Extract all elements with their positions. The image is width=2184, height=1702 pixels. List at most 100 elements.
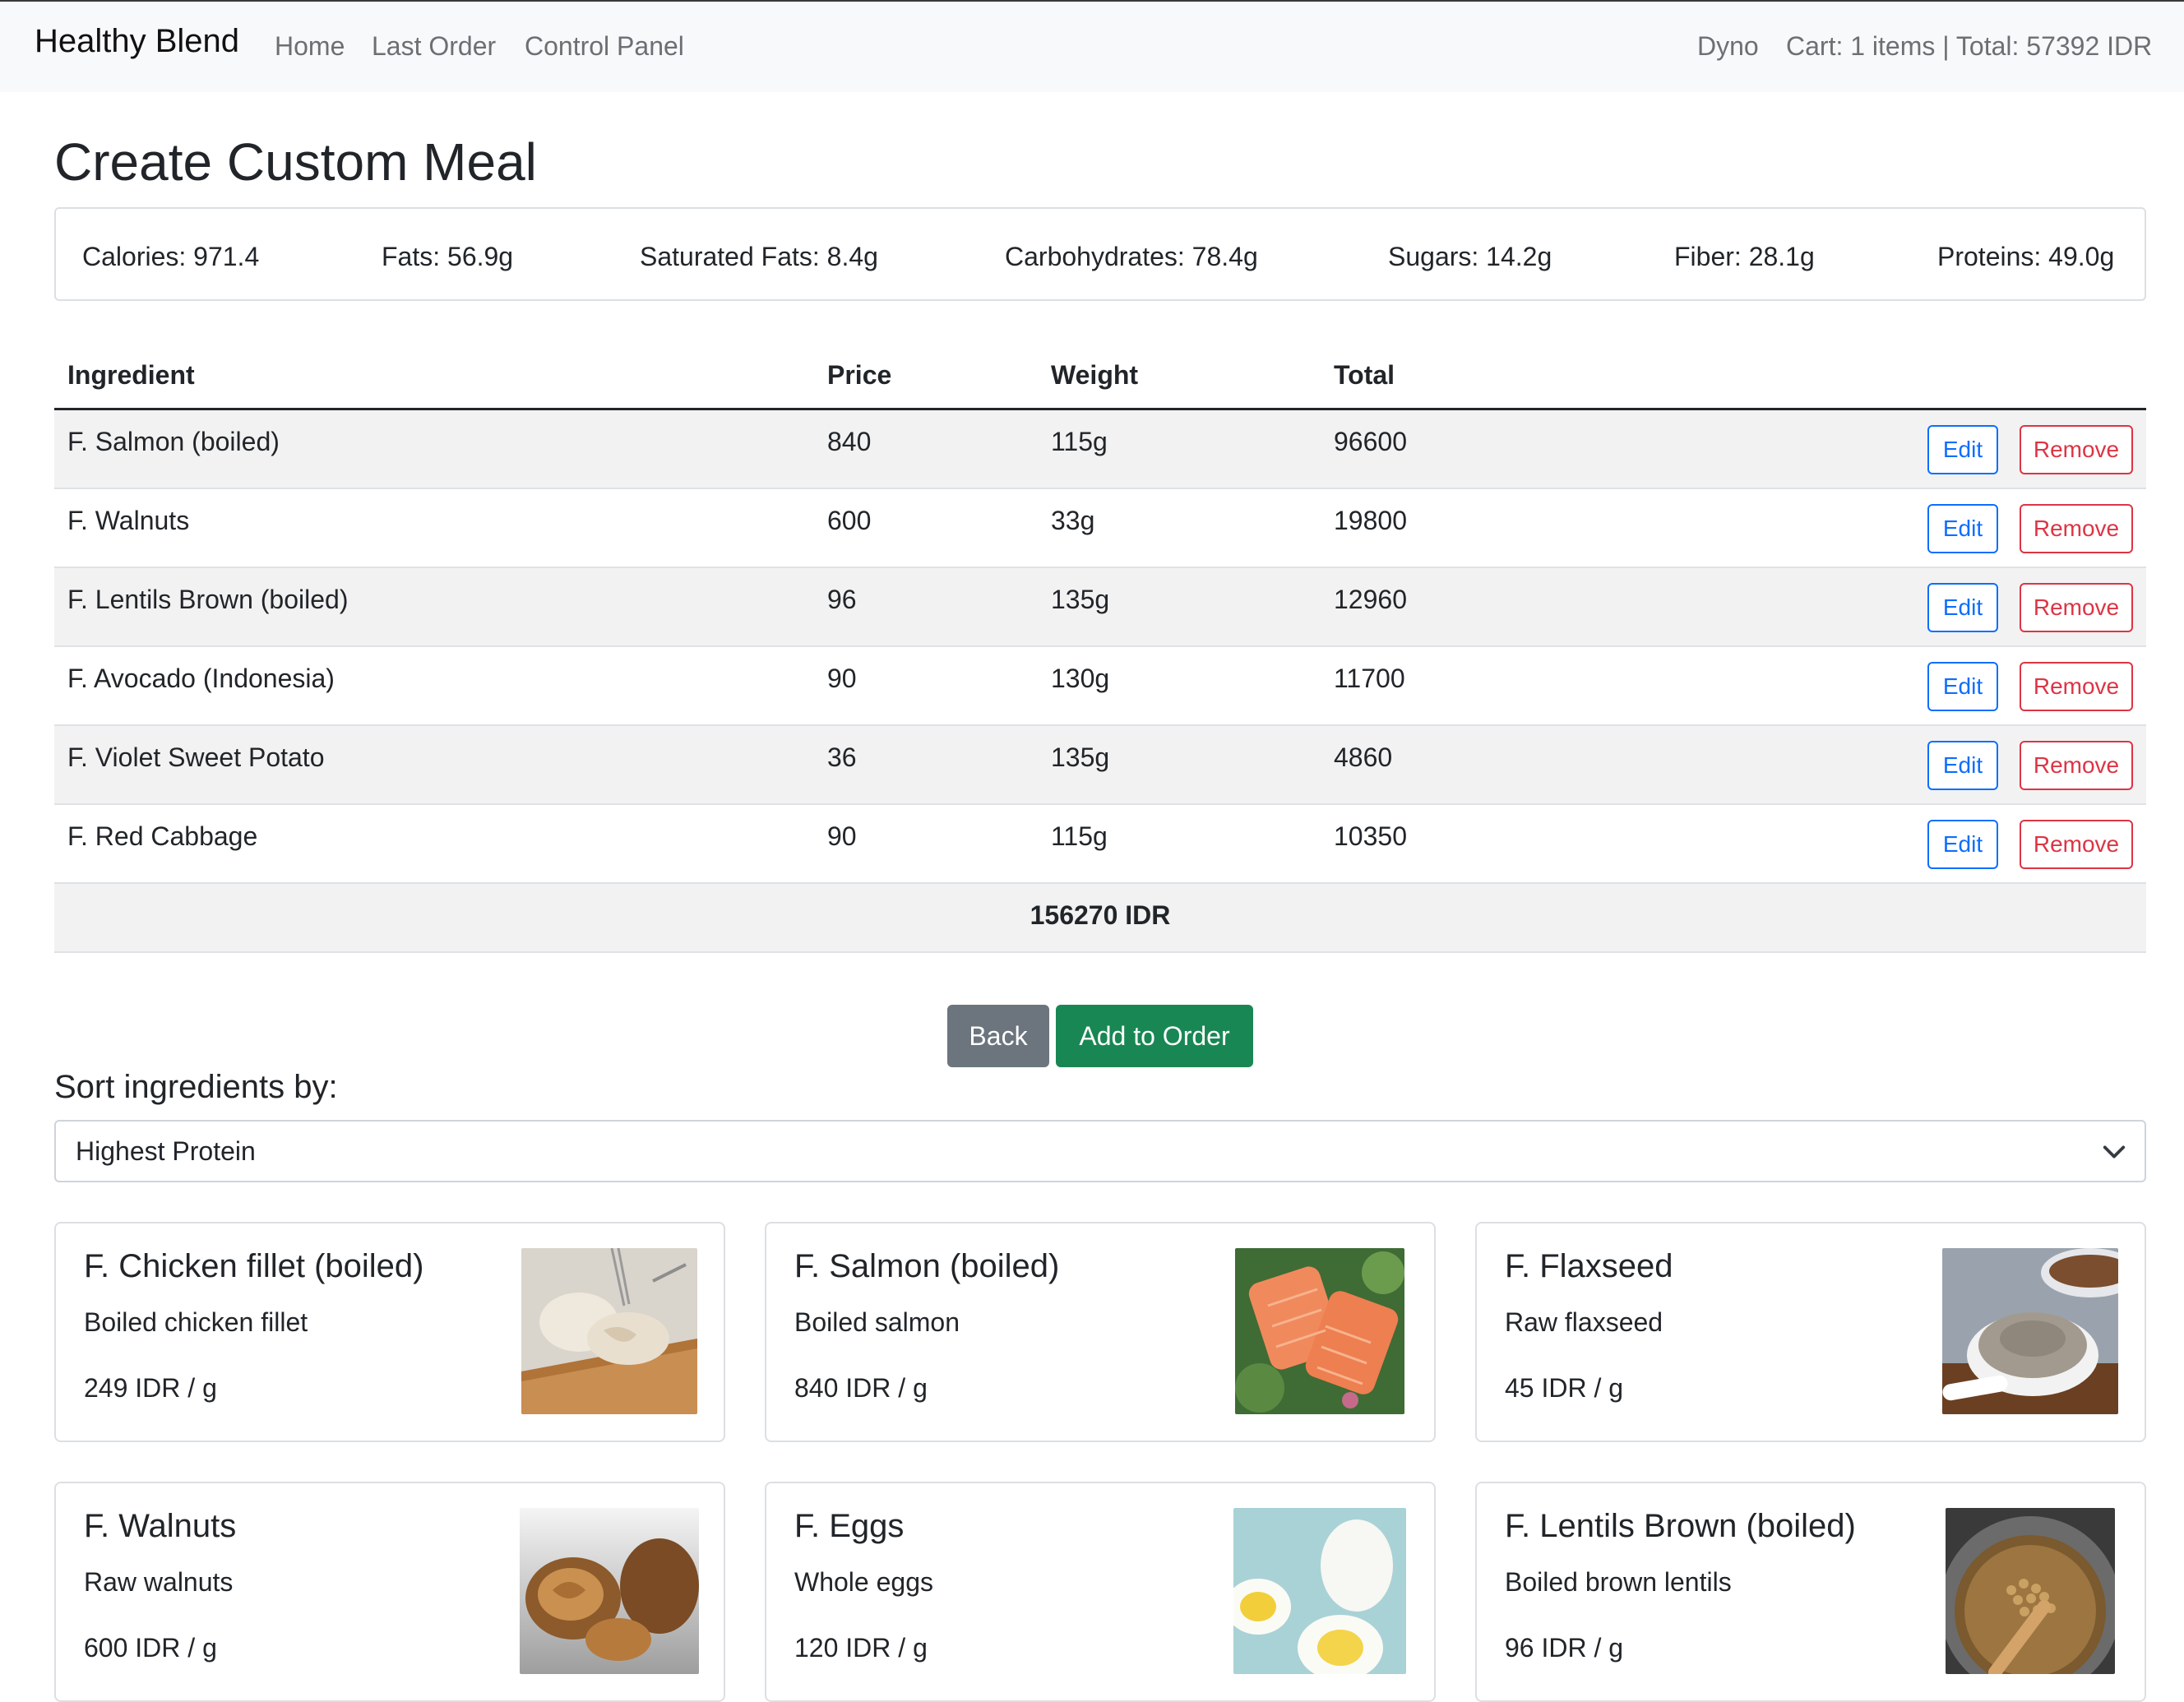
card-title: F. Flaxseed bbox=[1505, 1248, 1673, 1284]
remove-button[interactable]: Remove bbox=[2020, 504, 2133, 553]
table-row: F. Walnuts 600 33g 19800 Edit Remove bbox=[54, 489, 2146, 568]
cell-weight: 115g bbox=[1051, 821, 1108, 851]
cell-total: 4860 bbox=[1334, 742, 1393, 772]
cell-price: 840 bbox=[827, 427, 872, 456]
nutrition-sugars: Sugars: 14.2g bbox=[1388, 242, 1552, 271]
grand-total-row: 156270 IDR bbox=[54, 884, 2146, 953]
remove-button[interactable]: Remove bbox=[2020, 583, 2133, 632]
ingredient-card[interactable]: F. Flaxseed Raw flaxseed 45 IDR / g bbox=[1475, 1222, 2146, 1442]
ingredient-card[interactable]: F. Lentils Brown (boiled) Boiled brown l… bbox=[1475, 1482, 2146, 1702]
nutrition-fiber: Fiber: 28.1g bbox=[1674, 242, 1815, 271]
page-title: Create Custom Meal bbox=[54, 132, 537, 192]
flaxseed-photo bbox=[1942, 1248, 2118, 1414]
cell-ingredient: F. Violet Sweet Potato bbox=[67, 742, 325, 772]
card-price: 96 IDR / g bbox=[1505, 1633, 1624, 1663]
table-row: F. Red Cabbage 90 115g 10350 Edit Remove bbox=[54, 805, 2146, 884]
cell-ingredient: F. Avocado (Indonesia) bbox=[67, 664, 335, 693]
cell-weight: 135g bbox=[1051, 585, 1110, 614]
nutrition-proteins: Proteins: 49.0g bbox=[1937, 242, 2115, 271]
cell-weight: 33g bbox=[1051, 506, 1095, 535]
column-header-price: Price bbox=[827, 360, 892, 390]
edit-button[interactable]: Edit bbox=[1927, 504, 1998, 553]
sort-selected-value: Highest Protein bbox=[76, 1136, 256, 1166]
cell-price: 90 bbox=[827, 821, 857, 851]
card-price: 45 IDR / g bbox=[1505, 1373, 1624, 1403]
card-title: F. Salmon (boiled) bbox=[794, 1248, 1060, 1284]
cell-price: 90 bbox=[827, 664, 857, 693]
cell-total: 19800 bbox=[1334, 506, 1407, 535]
cell-weight: 115g bbox=[1051, 427, 1108, 456]
nutrition-fats: Fats: 56.9g bbox=[382, 242, 514, 271]
nutrition-summary: Calories: 971.4 Fats: 56.9g Saturated Fa… bbox=[54, 207, 2146, 301]
cell-total: 96600 bbox=[1334, 427, 1407, 456]
remove-button[interactable]: Remove bbox=[2020, 662, 2133, 711]
nav-user[interactable]: Dyno bbox=[1697, 31, 1759, 62]
nutrition-calories: Calories: 971.4 bbox=[82, 242, 260, 271]
cell-ingredient: F. Salmon (boiled) bbox=[67, 427, 280, 456]
cell-total: 12960 bbox=[1334, 585, 1407, 614]
column-header-ingredient: Ingredient bbox=[67, 360, 195, 390]
nav-link-control-panel[interactable]: Control Panel bbox=[525, 31, 684, 62]
cell-weight: 135g bbox=[1051, 742, 1110, 772]
remove-button[interactable]: Remove bbox=[2020, 425, 2133, 474]
nav-link-home[interactable]: Home bbox=[275, 31, 345, 62]
cell-weight: 130g bbox=[1051, 664, 1110, 693]
card-price: 120 IDR / g bbox=[794, 1633, 928, 1663]
card-price: 249 IDR / g bbox=[84, 1373, 217, 1403]
sort-label: Sort ingredients by: bbox=[54, 1069, 338, 1105]
card-description: Raw walnuts bbox=[84, 1567, 234, 1597]
card-title: F. Eggs bbox=[794, 1508, 905, 1544]
add-to-order-button[interactable]: Add to Order bbox=[1056, 1005, 1253, 1067]
remove-button[interactable]: Remove bbox=[2020, 741, 2133, 790]
ingredient-card[interactable]: F. Eggs Whole eggs 120 IDR / g bbox=[765, 1482, 1436, 1702]
nutrition-carbohydrates: Carbohydrates: 78.4g bbox=[1005, 242, 1258, 271]
table-row: F. Lentils Brown (boiled) 96 135g 12960 … bbox=[54, 568, 2146, 647]
card-description: Boiled brown lentils bbox=[1505, 1567, 1732, 1597]
ingredient-card[interactable]: F. Chicken fillet (boiled) Boiled chicke… bbox=[54, 1222, 725, 1442]
nav-link-last-order[interactable]: Last Order bbox=[372, 31, 496, 62]
card-title: F. Chicken fillet (boiled) bbox=[84, 1248, 424, 1284]
cell-ingredient: F. Walnuts bbox=[67, 506, 190, 535]
card-title: F. Lentils Brown (boiled) bbox=[1505, 1508, 1856, 1544]
sort-select[interactable]: Highest Protein bbox=[54, 1120, 2146, 1182]
grand-total: 156270 IDR bbox=[1030, 900, 1171, 930]
card-description: Boiled chicken fillet bbox=[84, 1307, 308, 1337]
table-row: F. Violet Sweet Potato 36 135g 4860 Edit… bbox=[54, 726, 2146, 805]
ingredient-card[interactable]: F. Salmon (boiled) Boiled salmon 840 IDR… bbox=[765, 1222, 1436, 1442]
ingredient-card[interactable]: F. Walnuts Raw walnuts 600 IDR / g bbox=[54, 1482, 725, 1702]
column-header-weight: Weight bbox=[1051, 360, 1139, 390]
nutrition-saturated-fats: Saturated Fats: 8.4g bbox=[640, 242, 878, 271]
walnuts-photo bbox=[520, 1508, 699, 1674]
card-description: Boiled salmon bbox=[794, 1307, 960, 1337]
cell-total: 11700 bbox=[1334, 664, 1405, 693]
edit-button[interactable]: Edit bbox=[1927, 741, 1998, 790]
card-title: F. Walnuts bbox=[84, 1508, 237, 1544]
remove-button[interactable]: Remove bbox=[2020, 820, 2133, 869]
edit-button[interactable]: Edit bbox=[1927, 583, 1998, 632]
cell-price: 96 bbox=[827, 585, 857, 614]
table-row: F. Avocado (Indonesia) 90 130g 11700 Edi… bbox=[54, 647, 2146, 726]
chevron-down-icon bbox=[2103, 1145, 2126, 1159]
nav-cart-summary[interactable]: Cart: 1 items | Total: 57392 IDR bbox=[1786, 31, 2152, 62]
cell-ingredient: F. Lentils Brown (boiled) bbox=[67, 585, 349, 614]
edit-button[interactable]: Edit bbox=[1927, 662, 1998, 711]
back-button[interactable]: Back bbox=[947, 1005, 1049, 1067]
navbar: Healthy Blend Home Last Order Control Pa… bbox=[0, 0, 2184, 92]
salmon-photo bbox=[1235, 1248, 1404, 1414]
card-price: 600 IDR / g bbox=[84, 1633, 217, 1663]
cell-total: 10350 bbox=[1334, 821, 1407, 851]
eggs-photo bbox=[1233, 1508, 1406, 1674]
cell-ingredient: F. Red Cabbage bbox=[67, 821, 258, 851]
column-header-total: Total bbox=[1334, 360, 1395, 390]
card-price: 840 IDR / g bbox=[794, 1373, 928, 1403]
lentils-photo bbox=[1946, 1508, 2115, 1674]
card-description: Raw flaxseed bbox=[1505, 1307, 1663, 1337]
chicken-fillet-photo bbox=[521, 1248, 697, 1414]
brand-logo-text[interactable]: Healthy Blend bbox=[35, 23, 239, 60]
card-description: Whole eggs bbox=[794, 1567, 933, 1597]
cell-price: 36 bbox=[827, 742, 857, 772]
edit-button[interactable]: Edit bbox=[1927, 820, 1998, 869]
table-row: F. Salmon (boiled) 840 115g 96600 Edit R… bbox=[54, 410, 2146, 489]
edit-button[interactable]: Edit bbox=[1927, 425, 1998, 474]
cell-price: 600 bbox=[827, 506, 872, 535]
